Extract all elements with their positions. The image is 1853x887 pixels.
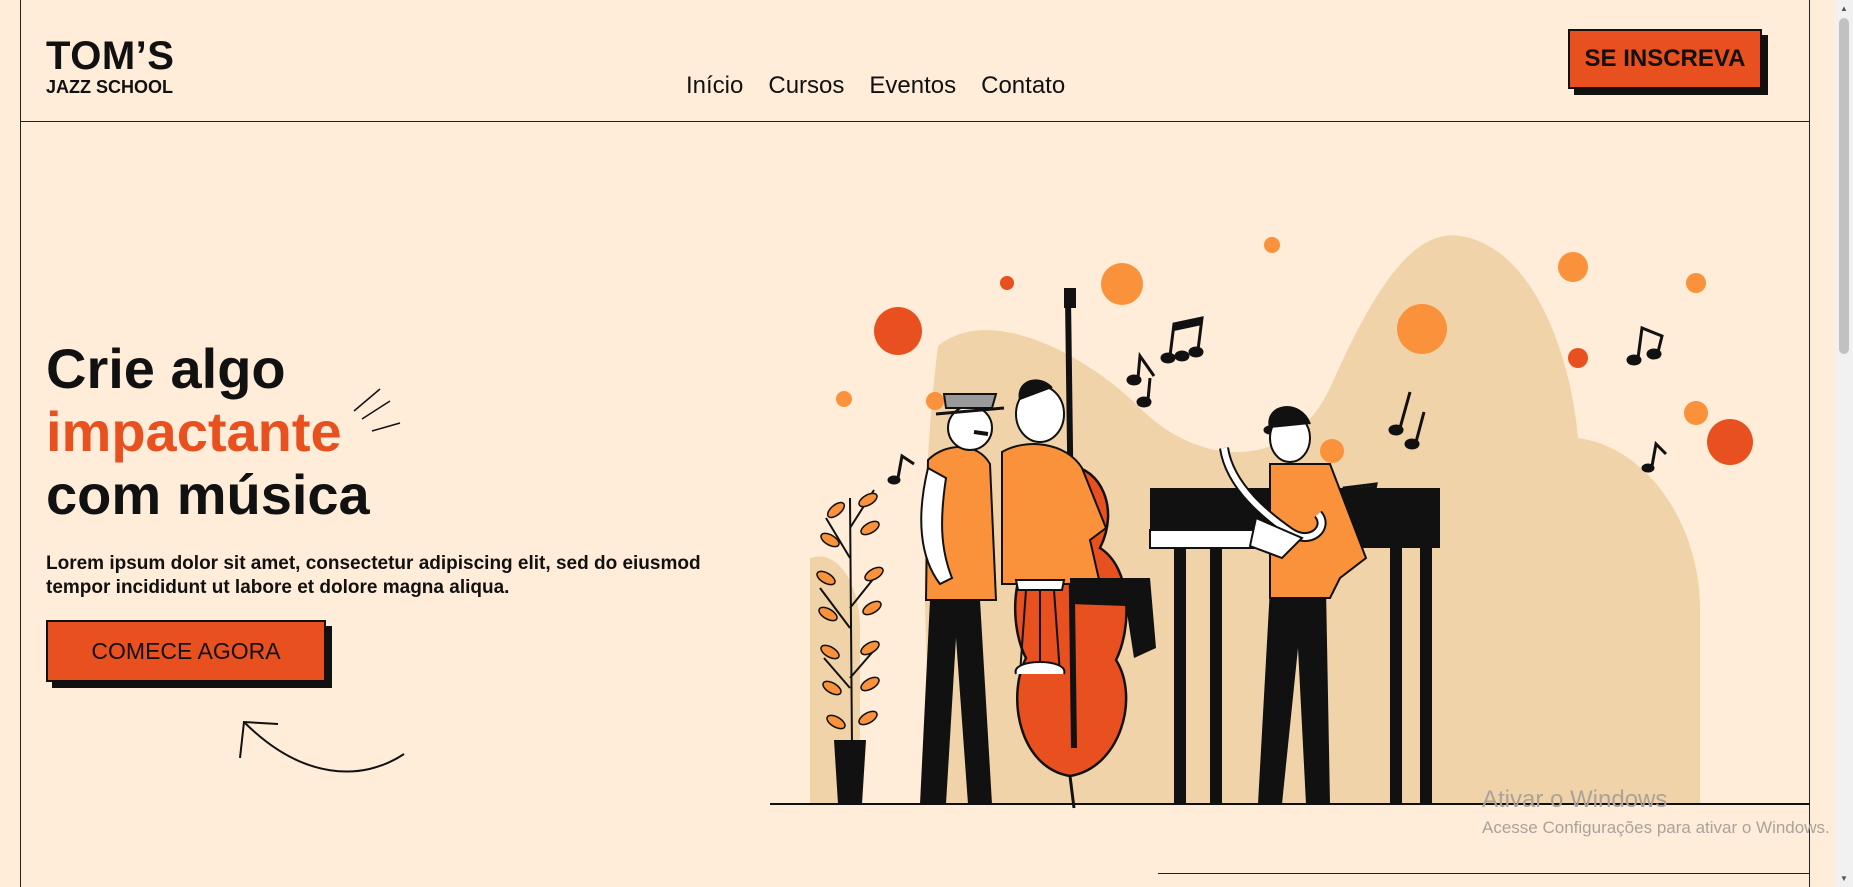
hero-title-line1: Crie algo (46, 337, 286, 400)
nav-contato[interactable]: Contato (981, 72, 1065, 100)
nav-inicio[interactable]: Início (686, 72, 743, 100)
windows-watermark: Ativar o Windows Acesse Configurações pa… (1482, 786, 1830, 838)
hero-title: Crie algo impactante com música (46, 337, 370, 526)
signup-button[interactable]: SE INSCREVA (1568, 29, 1762, 89)
start-now-button[interactable]: COMECE AGORA (46, 620, 326, 682)
watermark-title: Ativar o Windows (1482, 786, 1668, 813)
scroll-up-icon[interactable]: ▲ (1840, 4, 1848, 13)
hero-description-line2: tempor incididunt ut labore et dolore ma… (46, 577, 510, 598)
section-divider (1158, 873, 1810, 874)
hero-description: Lorem ipsum dolor sit amet, consectetur … (46, 552, 726, 600)
spark-lines-icon (353, 388, 401, 432)
site-header: TOM’S JAZZ SCHOOL Início Cursos Eventos … (20, 0, 1810, 122)
watermark-subtitle: Acesse Configurações para ativar o Windo… (1482, 818, 1830, 837)
nav-cursos[interactable]: Cursos (768, 72, 844, 100)
jazz-band-illustration (770, 235, 1810, 809)
hero-title-accent: impactante (46, 400, 342, 463)
curved-arrow-icon (239, 720, 405, 773)
logo-title: TOM’S (46, 34, 175, 78)
hero-description-line1: Lorem ipsum dolor sit amet, consectetur … (46, 553, 701, 574)
logo[interactable]: TOM’S JAZZ SCHOOL (46, 36, 174, 96)
nav-eventos[interactable]: Eventos (869, 72, 956, 100)
hero-title-line3: com música (46, 463, 370, 526)
logo-subtitle: JAZZ SCHOOL (46, 77, 174, 97)
page-scrollbar[interactable]: ▲ ▼ (1835, 0, 1853, 887)
main-nav: Início Cursos Eventos Contato (686, 72, 1065, 100)
scrollbar-thumb[interactable] (1839, 18, 1849, 354)
scroll-down-icon[interactable]: ▼ (1840, 874, 1848, 883)
